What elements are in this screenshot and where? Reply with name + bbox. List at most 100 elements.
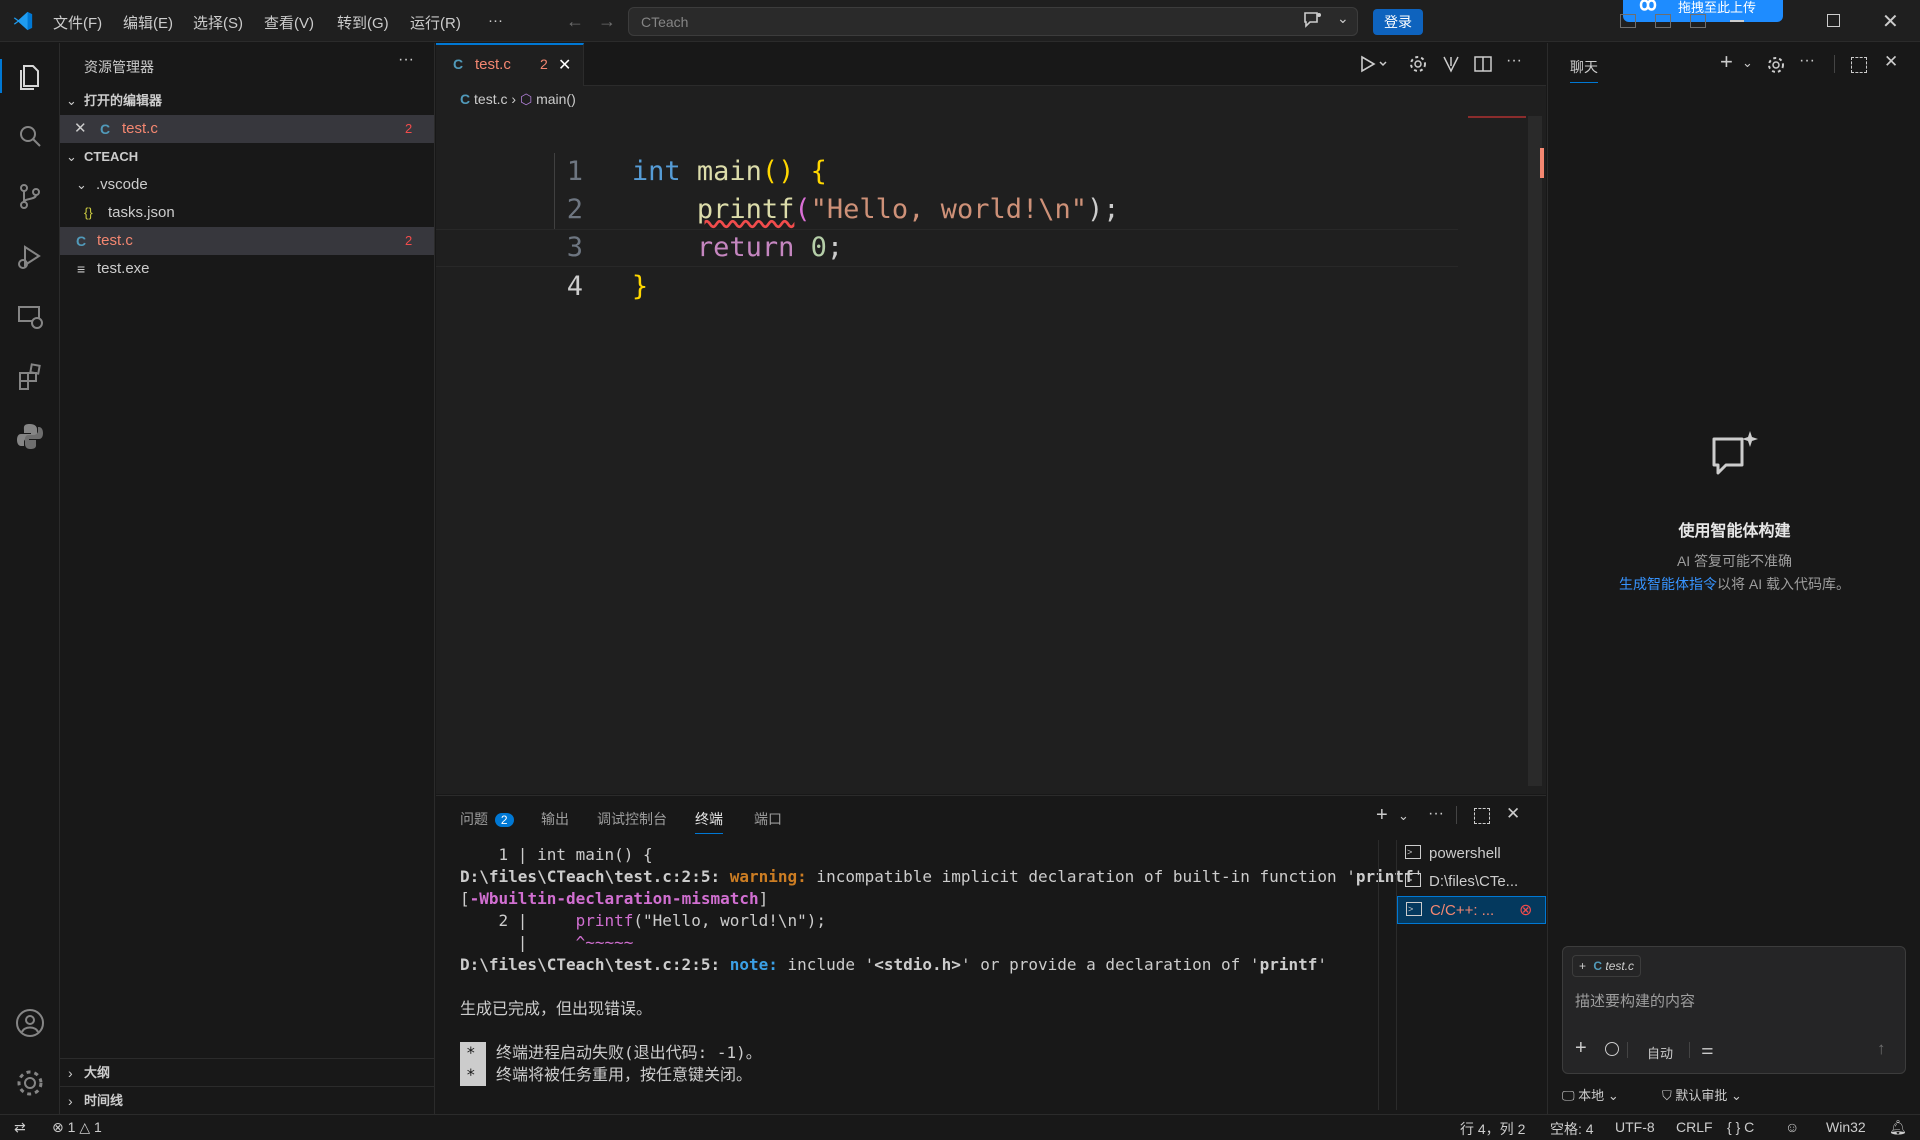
more-actions-icon[interactable]: ···: [398, 51, 414, 69]
send-arrow-icon[interactable]: ↑: [1877, 1039, 1886, 1059]
punctuation: );: [1086, 194, 1120, 225]
notifications-bell-icon[interactable]: 🔔︎: [1889, 1119, 1907, 1136]
tab-test-c[interactable]: C test.c 2 ✕: [436, 43, 584, 86]
breadcrumb: C test.c › ⬡ main(): [460, 91, 576, 108]
language-mode[interactable]: { } C: [1727, 1119, 1754, 1135]
more-actions-icon[interactable]: ···: [1428, 805, 1444, 823]
tools-icon[interactable]: [1605, 1042, 1619, 1056]
chevron-down-icon[interactable]: ⌄: [1742, 55, 1753, 71]
new-terminal-plus-icon[interactable]: +: [1376, 804, 1388, 827]
tree-item-test-c[interactable]: C test.c 2: [60, 227, 434, 255]
open-editor-item[interactable]: ✕ C test.c 2: [60, 115, 434, 143]
generate-instructions-link[interactable]: 生成智能体指令: [1619, 576, 1717, 592]
new-chat-plus-icon[interactable]: +: [1720, 49, 1733, 75]
login-button[interactable]: 登录: [1373, 9, 1423, 35]
tab-terminal[interactable]: 终端: [695, 809, 723, 834]
maximize-panel-icon[interactable]: [1474, 808, 1490, 824]
python-icon[interactable]: [13, 419, 47, 453]
workspace-header[interactable]: ⌄ CTEACH: [60, 143, 434, 171]
chat-title[interactable]: 聊天: [1570, 57, 1598, 83]
explorer-sidebar: 资源管理器 ··· ⌄ 打开的编辑器 ✕ C test.c 2 ⌄ CTEACH…: [60, 43, 435, 1114]
menu-selection[interactable]: 选择(S): [193, 12, 243, 33]
approval-selector[interactable]: ⛉ 默认审批 ⌄: [1662, 1085, 1742, 1104]
more-actions-icon[interactable]: ···: [1506, 52, 1522, 70]
breadcrumb-file[interactable]: test.c: [474, 91, 507, 107]
terminal-list-item[interactable]: > D:\files\CTe...: [1397, 868, 1546, 896]
tab-problems[interactable]: 问题 2: [460, 809, 514, 829]
run-debug-icon[interactable]: [13, 239, 47, 273]
indentation[interactable]: 空格: 4: [1550, 1119, 1594, 1139]
problems-status[interactable]: ⊗ 1 △ 1: [52, 1119, 102, 1136]
cursor-position[interactable]: 行 4，列 2: [1460, 1119, 1525, 1139]
tab-ports[interactable]: 端口: [754, 809, 782, 829]
menu-view[interactable]: 查看(V): [264, 12, 314, 33]
explorer-icon[interactable]: [13, 59, 47, 93]
menu-more[interactable]: ···: [488, 12, 503, 29]
settings-gear-icon[interactable]: [13, 1066, 47, 1100]
chevron-down-icon[interactable]: ⌄: [1337, 10, 1349, 27]
forward-arrow-icon[interactable]: →: [598, 11, 616, 32]
tree-item-tasks-json[interactable]: {} tasks.json: [60, 199, 434, 227]
tab-debug-console[interactable]: 调试控制台: [597, 809, 667, 829]
close-window-icon[interactable]: ✕: [1882, 9, 1899, 34]
menu-edit[interactable]: 编辑(E): [123, 12, 173, 33]
encoding[interactable]: UTF-8: [1615, 1119, 1655, 1135]
command-center-search[interactable]: CTeach: [628, 7, 1358, 36]
close-panel-icon[interactable]: ✕: [1506, 804, 1520, 824]
outline-header[interactable]: › 大纲: [60, 1059, 434, 1087]
code-editor[interactable]: C test.c › ⬡ main() 1 int main() { 2 pri…: [436, 86, 1546, 794]
close-icon[interactable]: ✕: [1884, 52, 1898, 72]
tab-output[interactable]: 输出: [541, 809, 569, 829]
menu-run[interactable]: 运行(R): [410, 12, 461, 33]
extensions-icon[interactable]: [13, 359, 47, 393]
location-selector[interactable]: 🖵 本地 ⌄: [1562, 1085, 1619, 1104]
tree-item-vscode[interactable]: ⌄ .vscode: [60, 171, 434, 199]
terminal-flag: -Wbuiltin-declaration-mismatch: [469, 889, 759, 908]
source-control-icon[interactable]: [13, 179, 47, 213]
terminal-list-item[interactable]: > powershell: [1397, 840, 1546, 868]
open-editors-header[interactable]: ⌄ 打开的编辑器: [60, 87, 434, 115]
context-file-chip[interactable]: + C test.c: [1572, 955, 1642, 977]
close-icon[interactable]: ✕: [74, 115, 87, 143]
back-arrow-icon[interactable]: ←: [566, 11, 584, 32]
remote-indicator-icon[interactable]: ⇄: [14, 1119, 26, 1136]
remote-explorer-icon[interactable]: [13, 299, 47, 333]
chevron-down-icon[interactable]: ⌄: [1398, 808, 1409, 824]
split-editor-icon[interactable]: [1473, 54, 1493, 74]
timeline-header[interactable]: › 时间线: [60, 1087, 434, 1115]
menu-file[interactable]: 文件(F): [53, 12, 102, 33]
search-icon[interactable]: [13, 119, 47, 153]
layout-icon[interactable]: [1620, 14, 1636, 28]
layout-sidebar-icon[interactable]: [1690, 14, 1706, 28]
layout-panel-icon[interactable]: [1655, 14, 1671, 28]
restore-icon[interactable]: [1827, 14, 1840, 27]
end-of-line[interactable]: CRLF: [1676, 1119, 1713, 1135]
platform[interactable]: Win32: [1826, 1119, 1866, 1135]
approval-label: 默认审批: [1675, 1088, 1728, 1103]
mode-selector[interactable]: 自动: [1647, 1043, 1673, 1062]
compare-icon[interactable]: [1441, 54, 1461, 74]
more-actions-icon[interactable]: ···: [1799, 52, 1815, 70]
tree-item-test-exe[interactable]: ≡ test.exe: [60, 255, 434, 283]
close-icon[interactable]: ✕: [558, 55, 571, 75]
code-line: 3 return 0;: [436, 191, 843, 263]
settings-sliders-icon[interactable]: ⚌: [1701, 1041, 1714, 1058]
error-count-badge: 2: [405, 121, 413, 136]
editor-scrollbar[interactable]: [1528, 116, 1542, 786]
minimize-icon[interactable]: [1730, 20, 1744, 22]
run-code-icon[interactable]: [1358, 53, 1388, 75]
menu-go[interactable]: 转到(G): [337, 12, 389, 33]
chat-input-placeholder[interactable]: 描述要构建的内容: [1575, 990, 1695, 1011]
gear-icon[interactable]: [1408, 54, 1428, 74]
copilot-chat-icon[interactable]: [1302, 10, 1324, 30]
chat-heading: 使用智能体构建: [1678, 523, 1791, 540]
gear-icon[interactable]: [1766, 55, 1786, 75]
copilot-icon[interactable]: ☺: [1785, 1119, 1799, 1135]
chat-input-box[interactable]: + C test.c 描述要构建的内容 + 自动 ⚌ ↑: [1562, 946, 1906, 1074]
accounts-icon[interactable]: [13, 1006, 47, 1040]
maximize-icon[interactable]: [1851, 57, 1867, 73]
breadcrumb-symbol[interactable]: main(): [536, 91, 576, 107]
attach-plus-icon[interactable]: +: [1575, 1037, 1587, 1060]
terminal-list-item-selected[interactable]: > C/C++: ... ⊗: [1397, 896, 1546, 924]
terminal-output[interactable]: 1 | int main() { D:\files\CTeach\test.c:…: [436, 844, 1423, 1114]
